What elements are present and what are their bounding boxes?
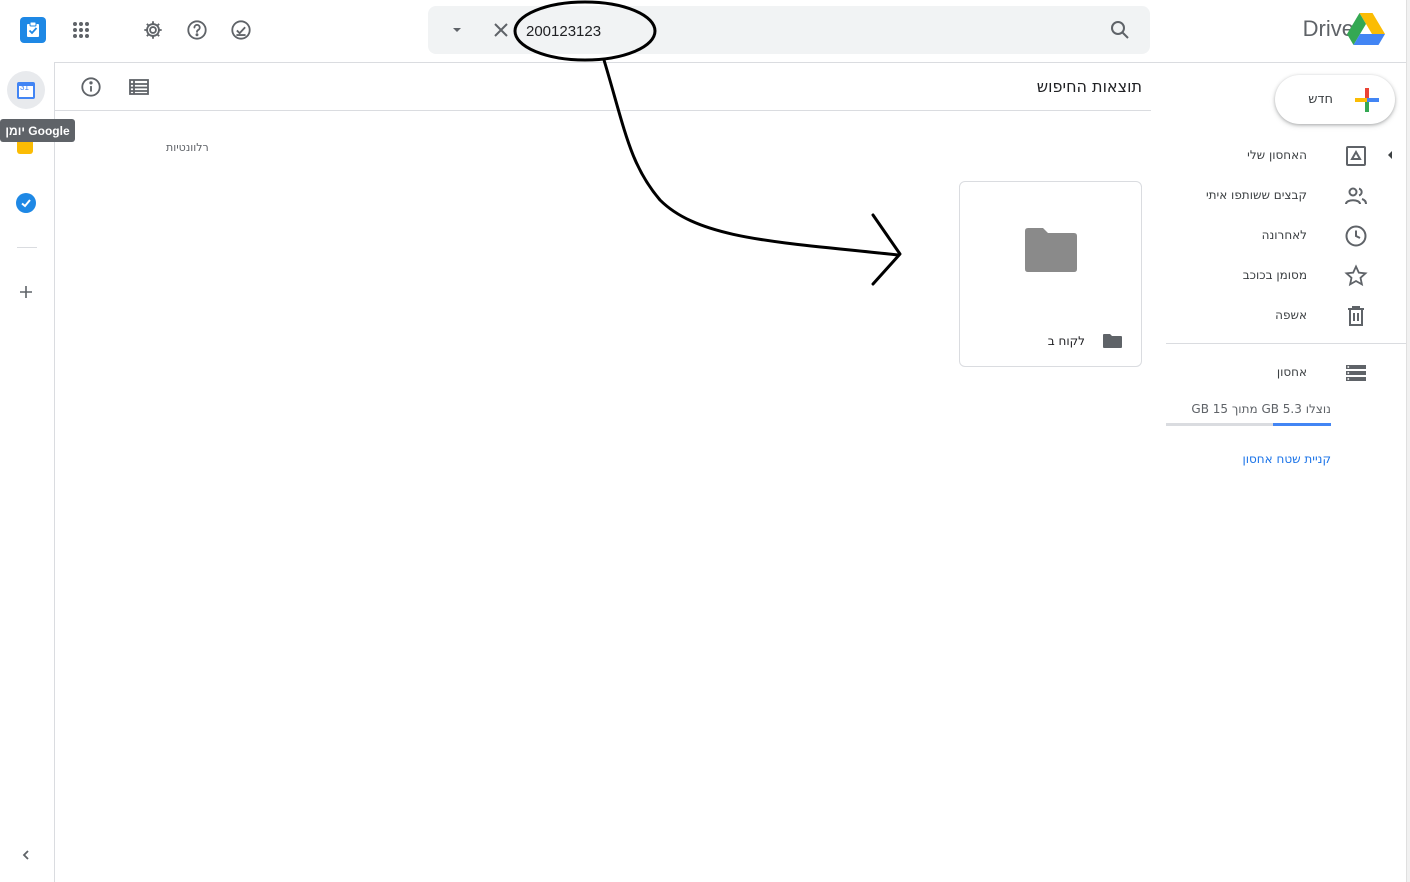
keep-icon[interactable] (17, 142, 33, 154)
nav-shared-with-me[interactable]: קבצים ששותפו איתי (1166, 176, 1386, 216)
people-icon (1345, 187, 1367, 205)
trash-icon (1348, 306, 1364, 326)
collapse-panel-chevron-icon[interactable] (8, 837, 44, 873)
annotation-overlay (513, 0, 902, 286)
tasks-icon[interactable] (16, 193, 36, 213)
calendar-app-button[interactable]: 31 (7, 71, 45, 109)
folder-card[interactable]: לקוח ב (959, 181, 1142, 367)
nav-recent-label: לאחרונה (1261, 228, 1307, 242)
search-options-dropdown-icon[interactable] (439, 12, 475, 48)
folder-icon (1103, 334, 1122, 348)
star-icon (1344, 264, 1368, 287)
drive-logo-icon[interactable] (1346, 12, 1386, 52)
window-edge (1406, 0, 1410, 882)
nav-starred[interactable]: מסומן בכוכב (1166, 256, 1386, 296)
buy-storage-link[interactable]: קניית שטח אחסון (1242, 452, 1331, 466)
nav-divider (1166, 343, 1406, 344)
storage-icon (1346, 365, 1366, 381)
clear-search-icon[interactable] (483, 12, 519, 48)
calendar-tooltip: יומן Google (0, 119, 75, 142)
main-toolbar (55, 63, 1151, 111)
nav-shared-label: קבצים ששותפו איתי (1205, 188, 1307, 202)
apps-grid-icon[interactable] (63, 12, 99, 48)
plus-icon (1355, 88, 1379, 112)
nav-my-drive[interactable]: האחסון שלי (1166, 136, 1386, 176)
clock-icon (1345, 225, 1367, 247)
calendar-day-number: 31 (20, 83, 29, 92)
add-addon-icon[interactable] (8, 274, 44, 310)
search-icon[interactable] (1102, 12, 1138, 48)
page-title: תוצאות החיפוש (1036, 77, 1142, 96)
nav-trash-label: אשפה (1275, 308, 1307, 322)
help-icon[interactable] (179, 12, 215, 48)
new-button-label: חדש (1308, 92, 1333, 107)
gear-icon[interactable] (135, 12, 171, 48)
storage-usage-fill (1273, 423, 1331, 426)
search-input[interactable] (524, 16, 1068, 46)
storage-usage-bar (1166, 423, 1331, 426)
folder-preview-icon (1025, 228, 1077, 272)
expand-my-drive-icon[interactable] (1386, 150, 1394, 160)
nav-trash[interactable]: אשפה (1166, 296, 1386, 336)
offline-ready-icon[interactable] (223, 12, 259, 48)
nav-starred-label: מסומן בכוכב (1242, 268, 1307, 282)
nav-storage-label: אחסון (1276, 365, 1307, 379)
nav-my-drive-label: האחסון שלי (1247, 148, 1307, 162)
nav-recent[interactable]: לאחרונה (1166, 216, 1386, 256)
my-drive-icon (1346, 146, 1366, 166)
annotation-arrow-head (871, 213, 902, 286)
side-panel: 31 (0, 62, 55, 882)
folder-name: לקוח ב (1047, 334, 1085, 348)
sort-by-relevance[interactable]: רלוונטיות (166, 141, 209, 154)
tasks-app-icon[interactable] (20, 17, 46, 43)
search-bar (428, 6, 1150, 54)
panel-divider (17, 247, 37, 248)
storage-usage-text: נוצלו 5.3 GB מתוך 15 GB (1191, 402, 1331, 416)
nav-storage[interactable]: אחסון (1166, 353, 1386, 393)
top-bar: Drive (0, 0, 1410, 63)
list-view-icon[interactable] (121, 69, 157, 105)
info-icon[interactable] (73, 69, 109, 105)
new-button[interactable]: חדש (1275, 75, 1395, 124)
